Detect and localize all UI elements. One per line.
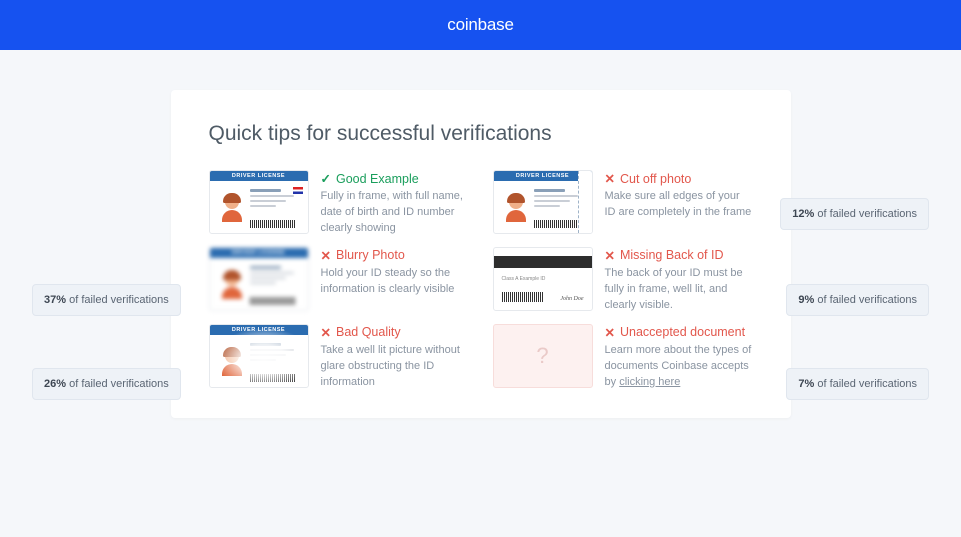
stat-percent: 26% [44,378,66,390]
tip-desc: Fully in frame, with full name, date of … [321,189,469,237]
tip-label: Bad Quality [336,325,401,339]
accepted-docs-link[interactable]: clicking here [619,376,680,388]
stat-callout: 26% of failed verifications [32,368,181,400]
tip-title: ✓ Good Example [321,171,469,186]
tip-desc: Make sure all edges of your ID are compl… [605,189,753,221]
stat-callout: 12% of failed verifications [780,198,929,230]
tip-good-example: DRIVER LICENSE ✓ Good Example Fully in f… [209,170,469,237]
stat-callout: 9% of failed verifications [786,284,929,316]
tip-title: ✕ Cut off photo [605,171,753,186]
question-icon: ? [536,343,548,369]
stat-percent: 7% [798,378,814,390]
id-header: DRIVER LICENSE [210,248,308,258]
page-title: Quick tips for successful verifications [209,122,753,146]
tip-title: ✕ Missing Back of ID [605,248,753,263]
x-icon: ✕ [321,248,331,263]
tip-cutoff: DRIVER LICENSE ✕ Cut off photo Make sure… [493,170,753,237]
stat-percent: 37% [44,294,66,306]
x-icon: ✕ [605,171,615,186]
back-text: Class A Example ID [502,276,546,282]
stat-percent: 12% [792,208,814,220]
stat-percent: 9% [798,294,814,306]
x-icon: ✕ [605,248,615,263]
stat-text: of failed verifications [66,294,169,306]
stat-text: of failed verifications [66,378,169,390]
brand-logo: coinbase [447,15,513,35]
id-thumb-blurry: DRIVER LICENSE [209,247,309,311]
tip-desc: Take a well lit picture without glare ob… [321,343,469,391]
tip-label: Missing Back of ID [620,248,724,262]
id-thumb-good: DRIVER LICENSE [209,170,309,234]
tip-label: Cut off photo [620,172,691,186]
tip-desc: Hold your ID steady so the information i… [321,266,469,298]
x-icon: ✕ [605,325,615,340]
tip-label: Unaccepted document [620,325,745,339]
stat-text: of failed verifications [814,378,917,390]
id-thumb-cutoff: DRIVER LICENSE [493,170,593,234]
stat-text: of failed verifications [814,294,917,306]
tip-missing-back: Class A Example ID John Doe ✕ Missing Ba… [493,247,753,314]
x-icon: ✕ [321,325,331,340]
tip-title: ✕ Blurry Photo [321,248,469,263]
id-thumb-back: Class A Example ID John Doe [493,247,593,311]
id-header: DRIVER LICENSE [210,325,308,335]
tip-desc: Learn more about the types of documents … [605,343,753,391]
tip-unaccepted: ? ✕ Unaccepted document Learn more about… [493,324,753,391]
id-thumb-unaccepted: ? [493,324,593,388]
back-signature: John Doe [560,296,583,302]
id-thumb-glare: DRIVER LICENSE [209,324,309,388]
tip-title: ✕ Bad Quality [321,325,469,340]
stat-text: of failed verifications [814,208,917,220]
stat-callout: 7% of failed verifications [786,368,929,400]
tips-grid: DRIVER LICENSE ✓ Good Example Fully in f… [209,170,753,390]
tip-blurry: DRIVER LICENSE ✕ Blurry Photo Hold your … [209,247,469,314]
check-icon: ✓ [321,171,331,186]
tip-label: Blurry Photo [336,248,405,262]
tip-bad-quality: DRIVER LICENSE ✕ Bad Quality Take a well… [209,324,469,391]
tips-card: Quick tips for successful verifications … [171,90,791,418]
tip-title: ✕ Unaccepted document [605,325,753,340]
tip-label: Good Example [336,172,419,186]
tip-desc: The back of your ID must be fully in fra… [605,266,753,314]
stat-callout: 37% of failed verifications [32,284,181,316]
id-header: DRIVER LICENSE [210,171,308,181]
app-header: coinbase [0,0,961,50]
